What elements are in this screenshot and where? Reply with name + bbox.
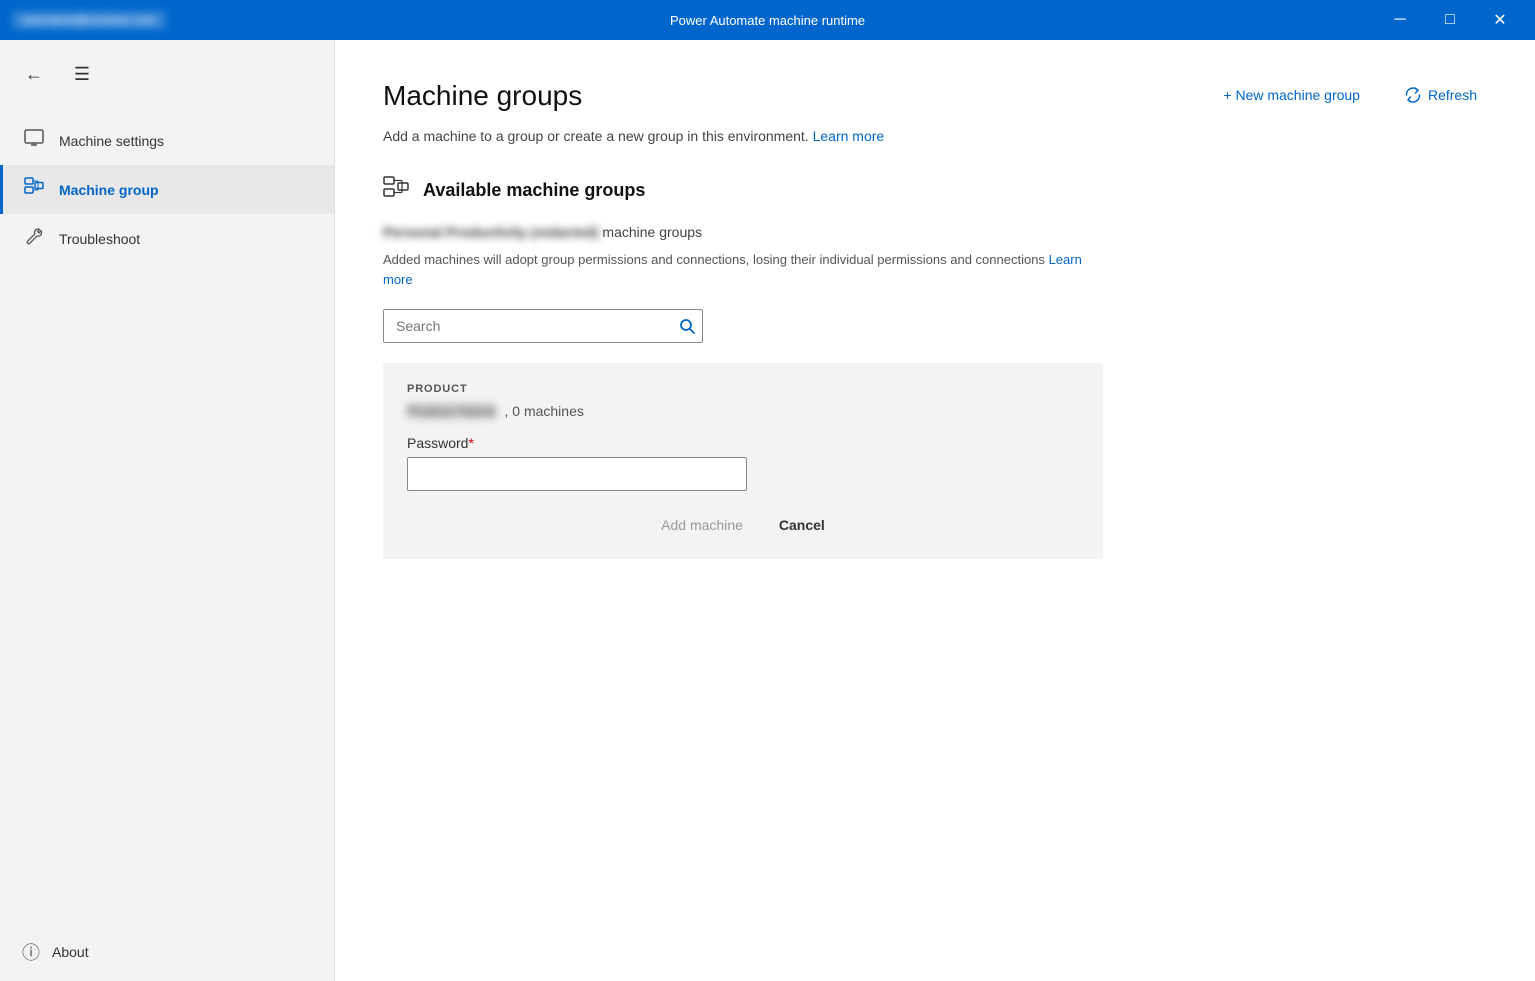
title-bar: username@contoso.com Power Automate mach… xyxy=(0,0,1535,40)
wrench-icon xyxy=(23,226,45,251)
sidebar: ← ☰ Machine settings xyxy=(0,40,335,981)
title-bar-title: Power Automate machine runtime xyxy=(670,13,865,28)
env-name-blurred: Personal Productivity (redacted) xyxy=(383,224,599,240)
refresh-button[interactable]: Refresh xyxy=(1394,80,1487,110)
sidebar-top: ← ☰ xyxy=(0,48,334,100)
sidebar-item-label: Machine settings xyxy=(59,133,164,149)
close-button[interactable]: ✕ xyxy=(1477,4,1523,36)
sidebar-item-troubleshoot[interactable]: Troubleshoot xyxy=(0,214,334,263)
sidebar-item-machine-settings[interactable]: Machine settings xyxy=(0,116,334,165)
product-name-blurred: Product Name xyxy=(407,403,496,419)
sidebar-item-label: Machine group xyxy=(59,182,159,198)
env-permissions: Added machines will adopt group permissi… xyxy=(383,250,1103,289)
page-title: Machine groups xyxy=(383,80,582,112)
monitor-icon xyxy=(23,128,45,153)
title-bar-user: username@contoso.com xyxy=(12,11,166,29)
product-name-row: Product Name , 0 machines xyxy=(407,403,1079,419)
section-title: Available machine groups xyxy=(423,180,645,201)
card-actions: Add machine Cancel xyxy=(407,511,1079,539)
about-item[interactable]: About xyxy=(0,923,334,981)
subtitle-learn-more-link[interactable]: Learn more xyxy=(813,128,885,144)
password-input[interactable] xyxy=(407,457,747,491)
new-machine-group-button[interactable]: + New machine group xyxy=(1213,81,1370,109)
search-container xyxy=(383,309,703,343)
header-actions: + New machine group Refresh xyxy=(1213,80,1487,110)
app-layout: ← ☰ Machine settings xyxy=(0,40,1535,981)
cancel-button[interactable]: Cancel xyxy=(769,511,835,539)
search-input[interactable] xyxy=(383,309,703,343)
product-card: PRODUCT Product Name , 0 machines Passwo… xyxy=(383,363,1103,559)
password-label: Password* xyxy=(407,435,1079,451)
subtitle: Add a machine to a group or create a new… xyxy=(383,128,1487,144)
back-button[interactable]: ← xyxy=(16,56,52,92)
minimize-button[interactable]: ─ xyxy=(1377,4,1423,36)
machine-count: , 0 machines xyxy=(504,403,583,419)
main-content: Machine groups + New machine group Refre… xyxy=(335,40,1535,981)
product-column-label: PRODUCT xyxy=(407,383,1079,395)
env-suffix: machine groups xyxy=(602,224,702,240)
machine-group-icon xyxy=(23,177,45,202)
nav-items: Machine settings Machine group xyxy=(0,116,334,263)
sidebar-item-machine-group[interactable]: Machine group xyxy=(0,165,334,214)
about-icon xyxy=(20,939,42,965)
about-label: About xyxy=(52,944,89,960)
main-header: Machine groups + New machine group Refre… xyxy=(383,80,1487,112)
env-description: Personal Productivity (redacted) machine… xyxy=(383,224,1487,240)
hamburger-button[interactable]: ☰ xyxy=(64,56,100,92)
available-groups-icon xyxy=(383,176,411,204)
title-bar-controls: ─ □ ✕ xyxy=(1377,4,1523,36)
search-button[interactable] xyxy=(679,318,695,334)
section-header: Available machine groups xyxy=(383,176,1487,204)
refresh-label: Refresh xyxy=(1428,87,1477,103)
maximize-button[interactable]: □ xyxy=(1427,4,1473,36)
sidebar-item-label: Troubleshoot xyxy=(59,231,140,247)
required-star: * xyxy=(468,435,473,451)
add-machine-button: Add machine xyxy=(651,511,753,539)
